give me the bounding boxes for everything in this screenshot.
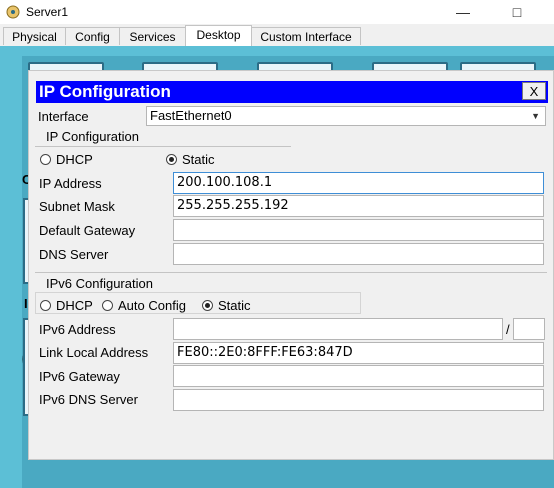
interface-select[interactable]: FastEthernet0 ▼: [146, 106, 546, 126]
tab-desktop[interactable]: Desktop: [185, 25, 252, 46]
default-gateway-label: Default Gateway: [39, 223, 136, 238]
ip-configuration-dialog: IP Configuration X Interface FastEtherne…: [28, 70, 554, 460]
ip-address-label: IP Address: [39, 176, 102, 191]
server-app-icon: [6, 5, 20, 19]
tab-config[interactable]: Config: [65, 27, 120, 45]
tab-physical[interactable]: Physical: [3, 27, 66, 45]
tab-custom-interface[interactable]: Custom Interface: [251, 27, 361, 45]
subnet-mask-field[interactable]: 255.255.255.192: [173, 195, 544, 217]
ipv6-static-label: Static: [218, 298, 251, 313]
interface-value: FastEthernet0: [150, 108, 232, 123]
radio-checked-icon: [202, 300, 213, 311]
group-separator: [35, 272, 547, 273]
radio-unchecked-icon: [40, 154, 51, 165]
prefix-separator: /: [506, 322, 510, 337]
link-local-address-label: Link Local Address: [39, 345, 149, 360]
radio-unchecked-icon: [40, 300, 51, 311]
ipv6-dns-server-label: IPv6 DNS Server: [39, 392, 138, 407]
interface-label: Interface: [38, 109, 89, 124]
tab-services[interactable]: Services: [119, 27, 186, 45]
dns-server-field[interactable]: [173, 243, 544, 265]
ipv6-gateway-label: IPv6 Gateway: [39, 369, 120, 384]
subnet-mask-label: Subnet Mask: [39, 199, 115, 214]
window-title: Server1: [26, 5, 69, 19]
ipv6-gateway-field[interactable]: [173, 365, 544, 387]
ip-address-field[interactable]: 200.100.108.1: [173, 172, 544, 194]
ipv6-dns-server-field[interactable]: [173, 389, 544, 411]
ipv6-static-radio[interactable]: Static: [202, 298, 251, 313]
link-local-address-field[interactable]: FE80::2E0:8FFF:FE63:847D: [173, 342, 544, 364]
default-gateway-field[interactable]: [173, 219, 544, 241]
maximize-icon[interactable]: □: [494, 0, 540, 24]
window-titlebar: Server1 — □: [0, 0, 554, 24]
ipv6-prefix-field[interactable]: [513, 318, 545, 340]
ipv6-auto-config-label: Auto Config: [118, 298, 186, 313]
ipv6-group-title: IPv6 Configuration: [43, 276, 156, 291]
minimize-icon[interactable]: —: [440, 0, 486, 24]
ipv4-dhcp-radio[interactable]: DHCP: [40, 152, 93, 167]
close-button[interactable]: X: [522, 82, 546, 100]
dialog-header: IP Configuration X: [36, 81, 548, 103]
ipv4-static-label: Static: [182, 152, 215, 167]
dns-server-label: DNS Server: [39, 247, 109, 262]
ipv4-group-line: [35, 146, 291, 147]
radio-unchecked-icon: [102, 300, 113, 311]
chevron-down-icon: ▼: [531, 111, 540, 121]
dialog-title: IP Configuration: [39, 82, 171, 101]
radio-checked-icon: [166, 154, 177, 165]
ipv4-group-title: IP Configuration: [43, 129, 142, 144]
ipv4-dhcp-label: DHCP: [56, 152, 93, 167]
ipv6-dhcp-label: DHCP: [56, 298, 93, 313]
tab-bar: Physical Config Services Desktop Custom …: [0, 24, 554, 47]
ipv6-address-label: IPv6 Address: [39, 322, 116, 337]
ipv6-address-field[interactable]: [173, 318, 503, 340]
ipv6-auto-config-radio[interactable]: Auto Config: [102, 298, 186, 313]
ipv6-dhcp-radio[interactable]: DHCP: [40, 298, 93, 313]
ipv4-static-radio[interactable]: Static: [166, 152, 215, 167]
